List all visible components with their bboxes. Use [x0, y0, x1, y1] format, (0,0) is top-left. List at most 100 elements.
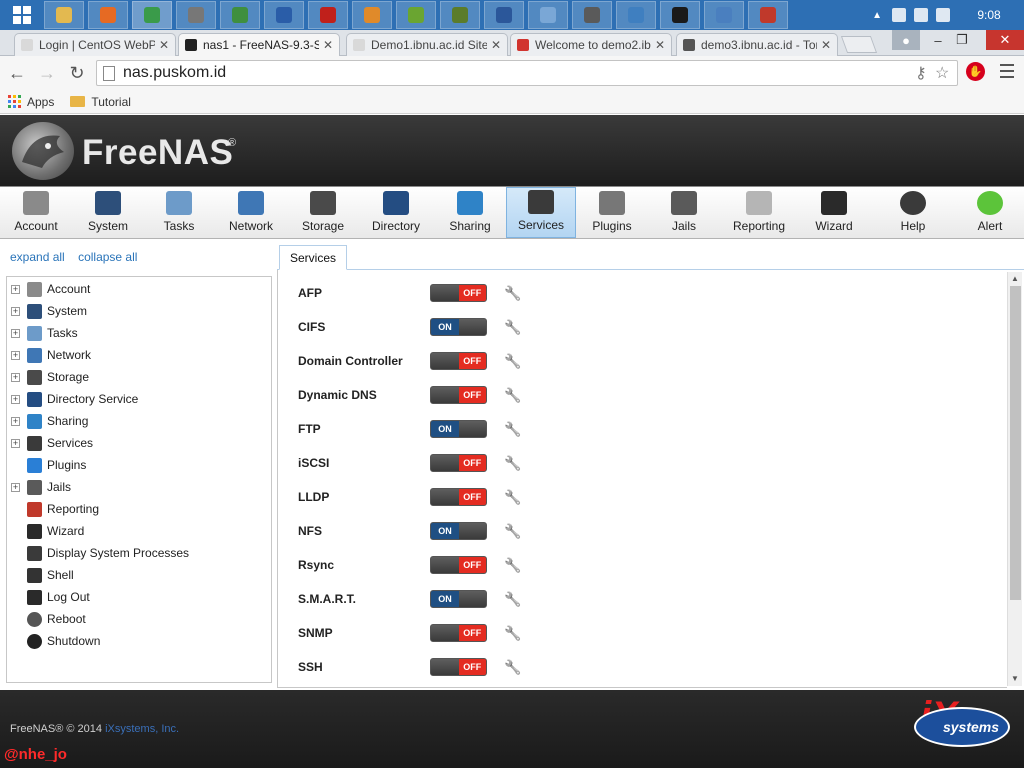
- taskbar-app-word[interactable]: [484, 1, 524, 29]
- tree-item-jails[interactable]: + Jails: [7, 477, 271, 497]
- tree-item-network[interactable]: + Network: [7, 345, 271, 365]
- menu-network[interactable]: Network: [214, 187, 288, 238]
- network-status-icon[interactable]: [892, 8, 906, 22]
- wrench-icon[interactable]: 🔧: [504, 624, 522, 642]
- tree-item-shell[interactable]: Shell: [7, 565, 271, 585]
- browser-tab[interactable]: demo3.ibnu.ac.id - Tomcat ✕: [676, 33, 838, 56]
- power-icon[interactable]: [914, 8, 928, 22]
- tree-item-directory-service[interactable]: + Directory Service: [7, 389, 271, 409]
- bookmark-tutorial[interactable]: Tutorial: [70, 95, 131, 109]
- taskbar-app-file-explorer[interactable]: [44, 1, 84, 29]
- ixsystems-link[interactable]: iXsystems, Inc.: [105, 723, 179, 735]
- tree-expand-icon[interactable]: +: [11, 306, 20, 316]
- tab-close-icon[interactable]: ✕: [159, 38, 169, 52]
- menu-help[interactable]: Help: [870, 187, 956, 238]
- tab-close-icon[interactable]: ✕: [323, 38, 333, 52]
- close-window-button[interactable]: ✕: [986, 30, 1024, 50]
- back-button[interactable]: ←: [4, 60, 30, 86]
- menu-jails[interactable]: Jails: [648, 187, 720, 238]
- bookmark-apps[interactable]: Apps: [8, 95, 54, 109]
- scroll-up-icon[interactable]: ▲: [1011, 274, 1019, 283]
- adblock-extension-icon[interactable]: ✋: [966, 62, 985, 81]
- taskbar-app-filezilla[interactable]: [308, 1, 348, 29]
- forward-button[interactable]: →: [34, 60, 60, 86]
- wrench-icon[interactable]: 🔧: [504, 454, 522, 472]
- taskbar-app-paint[interactable]: [528, 1, 568, 29]
- tree-item-reporting[interactable]: Reporting: [7, 499, 271, 519]
- tab-close-icon[interactable]: ✕: [655, 38, 665, 52]
- taskbar-app-recorder[interactable]: [748, 1, 788, 29]
- menu-sharing[interactable]: Sharing: [434, 187, 506, 238]
- tree-expand-icon[interactable]: +: [11, 438, 20, 448]
- menu-plugins[interactable]: Plugins: [576, 187, 648, 238]
- tree-expand-icon[interactable]: +: [11, 284, 20, 294]
- tree-item-tasks[interactable]: + Tasks: [7, 323, 271, 343]
- taskbar-app-firefox[interactable]: [88, 1, 128, 29]
- tree-expand-icon[interactable]: +: [11, 416, 20, 426]
- menu-tasks[interactable]: Tasks: [144, 187, 214, 238]
- wrench-icon[interactable]: 🔧: [504, 488, 522, 506]
- tab-services[interactable]: Services: [279, 245, 348, 270]
- wrench-icon[interactable]: 🔧: [504, 658, 522, 676]
- wrench-icon[interactable]: 🔧: [504, 556, 522, 574]
- menu-account[interactable]: Account: [0, 187, 72, 238]
- bookmark-star-icon[interactable]: ☆: [935, 61, 949, 85]
- services-scrollbar[interactable]: ▲ ▼: [1007, 272, 1022, 686]
- address-bar[interactable]: nas.puskom.id ⚷ ☆: [96, 60, 958, 86]
- taskbar-app-console[interactable]: [704, 1, 744, 29]
- chrome-menu-button[interactable]: [1000, 64, 1014, 78]
- taskbar-app-network-tool[interactable]: [220, 1, 260, 29]
- service-toggle[interactable]: OFF: [430, 454, 487, 472]
- collapse-all-link[interactable]: collapse all: [78, 250, 137, 264]
- ixsystems-logo[interactable]: systems: [914, 707, 1010, 747]
- service-toggle[interactable]: OFF: [430, 352, 487, 370]
- menu-services[interactable]: Services: [506, 187, 576, 238]
- taskbar-app-putty[interactable]: [176, 1, 216, 29]
- tree-item-reboot[interactable]: Reboot: [7, 609, 271, 629]
- browser-tab[interactable]: nas1 - FreeNAS-9.3-STABLE ✕: [178, 33, 340, 56]
- service-toggle[interactable]: OFF: [430, 386, 487, 404]
- expand-all-link[interactable]: expand all: [10, 250, 65, 264]
- tree-expand-icon[interactable]: +: [11, 394, 20, 404]
- tree-item-display-system-processes[interactable]: Display System Processes: [7, 543, 271, 563]
- tree-item-account[interactable]: + Account: [7, 279, 271, 299]
- taskbar-app-virtualbox[interactable]: [264, 1, 304, 29]
- service-toggle[interactable]: OFF: [430, 488, 487, 506]
- taskbar-app-sublime[interactable]: [352, 1, 392, 29]
- taskbar-app-calculator[interactable]: [572, 1, 612, 29]
- taskbar-app-remote-desktop[interactable]: [616, 1, 656, 29]
- taskbar-app-chrome[interactable]: [132, 1, 172, 29]
- service-toggle[interactable]: ON: [430, 318, 487, 336]
- tree-item-wizard[interactable]: Wizard: [7, 521, 271, 541]
- wrench-icon[interactable]: 🔧: [504, 318, 522, 336]
- taskbar-app-vmware[interactable]: [396, 1, 436, 29]
- wrench-icon[interactable]: 🔧: [504, 284, 522, 302]
- taskbar-app-cmd[interactable]: [660, 1, 700, 29]
- browser-tab[interactable]: Demo1.ibnu.ac.id Site ✕: [346, 33, 508, 56]
- menu-alert[interactable]: Alert: [956, 187, 1024, 238]
- taskbar-clock[interactable]: 9:08: [954, 8, 1024, 22]
- tree-expand-icon[interactable]: +: [11, 372, 20, 382]
- tree-item-services[interactable]: + Services: [7, 433, 271, 453]
- wrench-icon[interactable]: 🔧: [504, 522, 522, 540]
- browser-tab[interactable]: Login | CentOS WebPanel ✕: [14, 33, 176, 56]
- new-tab-button[interactable]: [840, 36, 878, 53]
- service-toggle[interactable]: OFF: [430, 624, 487, 642]
- service-toggle[interactable]: ON: [430, 590, 487, 608]
- wrench-icon[interactable]: 🔧: [504, 420, 522, 438]
- tab-close-icon[interactable]: ✕: [821, 38, 831, 52]
- scrollbar-thumb[interactable]: [1010, 286, 1021, 600]
- service-toggle[interactable]: ON: [430, 420, 487, 438]
- service-toggle[interactable]: OFF: [430, 556, 487, 574]
- tree-item-shutdown[interactable]: Shutdown: [7, 631, 271, 651]
- volume-icon[interactable]: [936, 8, 950, 22]
- browser-tab[interactable]: Welcome to demo2.ibnu ✕: [510, 33, 672, 56]
- tab-close-icon[interactable]: ✕: [491, 38, 501, 52]
- tree-item-log-out[interactable]: Log Out: [7, 587, 271, 607]
- tree-expand-icon[interactable]: +: [11, 350, 20, 360]
- menu-directory[interactable]: Directory: [358, 187, 434, 238]
- menu-reporting[interactable]: Reporting: [720, 187, 798, 238]
- tree-expand-icon[interactable]: +: [11, 482, 20, 492]
- tree-expand-icon[interactable]: +: [11, 328, 20, 338]
- taskbar-app-bird-app[interactable]: [440, 1, 480, 29]
